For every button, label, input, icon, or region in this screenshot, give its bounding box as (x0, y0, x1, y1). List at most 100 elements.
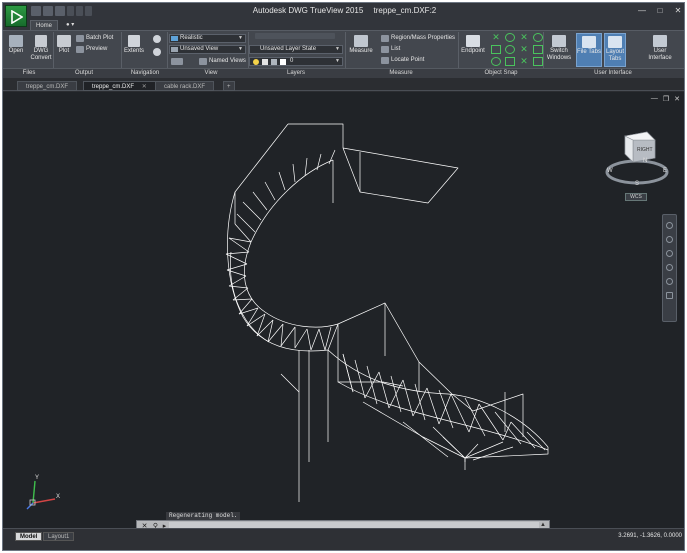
snap-nearest-icon[interactable]: ✕ (519, 33, 529, 42)
user-interface-button[interactable]: User Interface (645, 35, 675, 62)
file-tab[interactable]: treppe_cm.DXF (17, 81, 78, 91)
region-mass-button[interactable]: Region/Mass Properties (381, 34, 455, 43)
batch-plot-button[interactable]: Batch Plot (76, 34, 113, 43)
lock-icon (271, 59, 277, 65)
named-views-button[interactable]: Named Views (199, 57, 246, 66)
ucs-x-label: X (56, 494, 61, 500)
tab-options-icon: ● ▾ (66, 22, 75, 28)
compass-west-label[interactable]: W (607, 168, 613, 174)
dwg-convert-button[interactable]: DWG Convert (28, 35, 54, 62)
command-history: Regenerating model. (166, 512, 241, 520)
switch-windows-label: Switch Windows (546, 48, 572, 61)
measure-button[interactable]: Measure (347, 35, 375, 55)
status-bar: Model Layout1 3.2691, -1.3626, 0.0000 (3, 528, 684, 550)
maximize-icon[interactable]: □ (654, 5, 666, 16)
layer-dropdown[interactable]: 0 ▼ (249, 57, 343, 66)
pan-hand-icon (153, 35, 161, 43)
close-tab-icon[interactable]: ✕ (142, 84, 147, 90)
chevron-down-icon: ▼ (335, 46, 340, 52)
drawing-viewport[interactable]: — ❐ ✕ RIGHT W E S N WCS X Y Regenerating… (3, 92, 685, 532)
app-menu-button[interactable] (5, 5, 27, 27)
light-bulb-icon (253, 59, 259, 65)
pan-icon[interactable] (666, 236, 673, 243)
file-tabs-label: File Tabs (577, 49, 601, 55)
layout-tab-layout1[interactable]: Layout1 (43, 532, 75, 541)
layout-tab-model[interactable]: Model (15, 532, 43, 541)
steering-wheel-icon[interactable] (666, 222, 673, 229)
output-panel-label[interactable]: Output (61, 69, 107, 78)
snap-perpendicular-icon[interactable] (491, 57, 501, 66)
orbit-button[interactable] (152, 48, 162, 57)
file-tabs-icon (582, 36, 596, 48)
visual-style-value: Realistic (180, 35, 203, 41)
file-tab-bar: treppe_cm.DXF treppe_cm.DXF ✕ cable rack… (3, 79, 684, 91)
new-tab-button[interactable]: + (223, 81, 235, 91)
app-title: Autodesk DWG TrueView 2015 (252, 6, 364, 15)
visual-style-dropdown[interactable]: Realistic ▼ (169, 34, 246, 43)
sun-icon (262, 59, 268, 65)
dwg-convert-label: DWG Convert (30, 48, 52, 61)
orbit-icon[interactable] (666, 264, 673, 271)
snap-parallel-icon[interactable] (533, 57, 543, 66)
close-icon[interactable]: ✕ (672, 5, 684, 16)
layout-tabs-icon (608, 36, 622, 48)
snap-node-icon[interactable] (533, 45, 543, 54)
compass-south-label[interactable]: S (635, 181, 639, 187)
locate-point-button[interactable]: Locate Point (381, 56, 424, 65)
viewcube[interactable]: RIGHT W E S N (603, 128, 673, 194)
user-interface-panel-label: User Interface (594, 70, 632, 76)
printer-icon (57, 35, 71, 47)
named-views-label: Named Views (209, 58, 246, 64)
file-tab-active[interactable]: treppe_cm.DXF ✕ (83, 81, 156, 91)
file-tab-label: treppe_cm.DXF (26, 84, 69, 90)
snap-quadrant-icon[interactable] (505, 45, 515, 54)
showmotion-icon[interactable] (666, 278, 673, 285)
layout-tabs-button[interactable]: Layout Tabs (604, 33, 626, 67)
snap-apparent-icon[interactable]: ✕ (519, 45, 529, 54)
plot-button[interactable]: Plot (56, 35, 72, 55)
navigation-panel-label: Navigation (130, 70, 160, 76)
extents-button[interactable]: Extents (123, 35, 145, 55)
file-tabs-button[interactable]: File Tabs (576, 33, 602, 67)
viewcube-face-label[interactable]: RIGHT (637, 147, 653, 153)
snap-intersection-icon[interactable]: ✕ (491, 33, 501, 42)
chevron-down-icon: ▼ (238, 35, 243, 41)
layout-tabs-label: Layout Tabs (605, 49, 624, 62)
file-tab[interactable]: cable rack.DXF (155, 81, 215, 91)
list-icon (381, 46, 389, 53)
list-button[interactable]: List (381, 45, 400, 54)
region-mass-label: Region/Mass Properties (391, 35, 456, 41)
wcs-menu[interactable]: WCS (625, 193, 647, 201)
layer-tools[interactable] (255, 33, 335, 42)
saved-view-dropdown[interactable]: Unsaved View ▼ (169, 45, 246, 54)
plus-icon: + (227, 84, 231, 90)
ucs-y-label: Y (35, 475, 40, 481)
file-tab-label: cable rack.DXF (164, 84, 206, 90)
snap-extension-icon[interactable]: ✕ (519, 57, 529, 66)
compass-east-label[interactable]: E (663, 168, 667, 174)
minimize-icon[interactable]: — (636, 5, 648, 16)
staircase-wireframe[interactable] (3, 92, 685, 528)
preview-icon (76, 46, 84, 53)
snap-center-icon[interactable] (505, 33, 515, 42)
zoom-icon[interactable] (666, 250, 673, 257)
snap-tangent-icon[interactable] (533, 33, 543, 42)
tab-extra[interactable]: ● ▾ (61, 20, 79, 30)
navbar-settings-icon[interactable] (666, 292, 673, 299)
snap-midpoint-icon[interactable] (491, 45, 501, 54)
pan-button[interactable] (152, 35, 162, 44)
current-layer-value: 0 (290, 58, 294, 64)
layer-state-dropdown[interactable]: Unsaved Layer State ▼ (249, 45, 343, 54)
tab-home[interactable]: Home (30, 20, 59, 30)
open-folder-icon (9, 35, 23, 47)
open-button[interactable]: Open (7, 35, 25, 55)
switch-windows-button[interactable]: Switch Windows (545, 35, 573, 62)
endpoint-snap-button[interactable]: Endpoint (459, 35, 487, 55)
compass-north-label[interactable]: N (643, 158, 647, 164)
measure-panel-label[interactable]: Measure (373, 69, 429, 78)
visual-style-icon (171, 36, 178, 41)
locate-point-label: Locate Point (391, 57, 425, 63)
snap-insert-icon[interactable] (505, 57, 515, 66)
preview-button[interactable]: Preview (76, 45, 107, 54)
view-tools[interactable] (171, 57, 183, 66)
